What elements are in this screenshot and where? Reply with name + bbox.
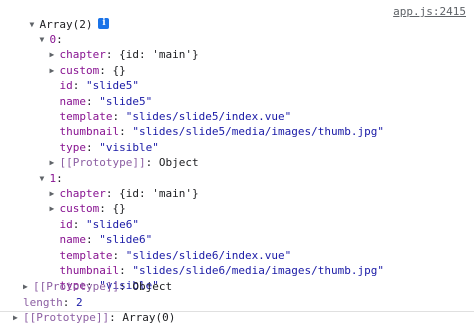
prototype-key: [[Prototype]] [33, 280, 120, 294]
property-row: name: "slide6" [59, 233, 153, 247]
prototype-row[interactable]: ▶ [[Prototype]]: Object [23, 280, 172, 295]
property-row: template: "slides/slide6/index.vue" [59, 248, 292, 262]
property-row: name: "slide5" [59, 94, 153, 108]
length-row: length: 2 [23, 295, 83, 309]
property-value: {id: 'main'} [119, 186, 199, 200]
property-row[interactable]: ▶ custom: {} [23, 49, 126, 77]
length-key: length [23, 295, 63, 309]
array-header-row[interactable]: ▼ Array(2) i [3, 3, 110, 31]
prototype-value: Array(0) [122, 311, 176, 324]
prototype-value: Object [158, 156, 199, 170]
expand-right-icon[interactable]: ▶ [13, 311, 23, 326]
length-value: 2 [76, 295, 83, 309]
property-row: thumbnail: "slides/slide6/media/images/t… [59, 263, 385, 277]
array-prototype-row[interactable]: ▶ [[Prototype]]: Array(0) [13, 311, 175, 326]
property-row: thumbnail: "slides/slide5/media/images/t… [59, 125, 385, 139]
prototype-key: [[Prototype]] [23, 311, 110, 324]
property-row: id: "slide5" [59, 79, 139, 93]
property-row[interactable]: ▶ chapter: {id: 'main'} [23, 172, 199, 200]
prototype-key: [[Prototype]] [59, 156, 146, 170]
property-row: template: "slides/slide5/index.vue" [59, 109, 292, 123]
array-item-row[interactable]: ▼ 1: [13, 157, 63, 185]
property-value: "slides/slide6/media/images/thumb.jpg" [132, 263, 385, 277]
prototype-value: Object [132, 280, 173, 294]
property-row: type: "visible" [59, 279, 159, 293]
expand-right-icon[interactable]: ▶ [23, 280, 33, 295]
property-value: {id: 'main'} [119, 48, 199, 62]
property-row[interactable]: ▶ custom: {} [23, 188, 126, 215]
property-row[interactable]: ▶ chapter: {id: 'main'} [23, 34, 199, 61]
property-value: "slides/slide5/media/images/thumb.jpg" [132, 125, 385, 139]
info-icon[interactable]: i [98, 18, 110, 30]
console-panel: app.js:2415 ▼ Array(2) i ▼ 0: ▶ chapter: {id… [0, 0, 474, 324]
property-row: type: "visible" [59, 140, 159, 154]
prototype-row[interactable]: ▶ [[Prototype]]: Object [23, 142, 199, 169]
array-item-row[interactable]: ▼ 0: [13, 18, 63, 46]
source-link[interactable]: app.js:2415 [393, 3, 466, 20]
property-row: id: "slide6" [59, 217, 139, 231]
